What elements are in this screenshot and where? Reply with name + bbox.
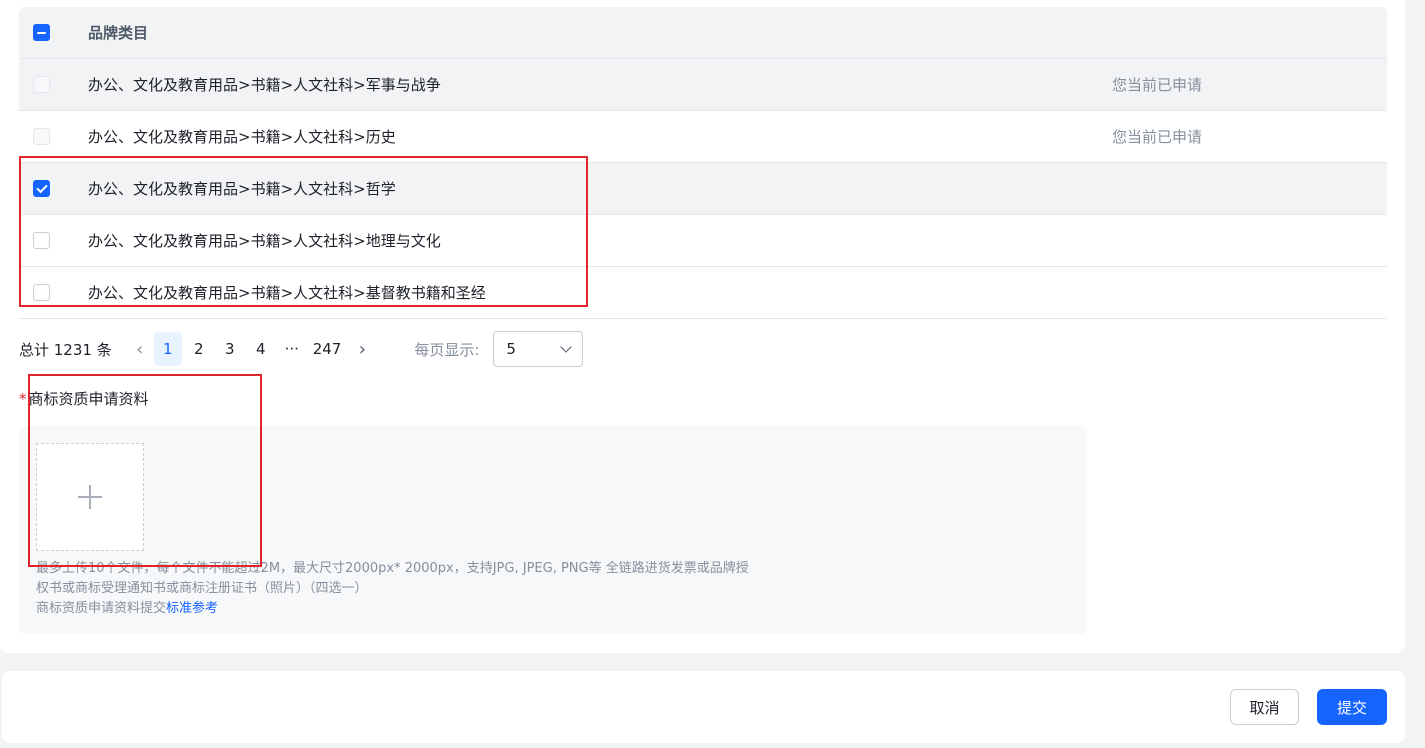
upload-button[interactable]	[36, 443, 144, 551]
plus-icon	[78, 485, 102, 509]
table-row[interactable]: 办公、文化及教育用品>书籍>人文社科>地理与文化	[19, 215, 1387, 267]
hint-line-3: 商标资质申请资料提交标准参考	[36, 601, 219, 616]
row-category-name: 办公、文化及教育用品>书籍>人文社科>地理与文化	[88, 232, 441, 250]
page-ellipsis[interactable]: ···	[278, 332, 306, 366]
hint-line-2: 权书或商标受理通知书或商标注册证书（照片）（四选一）	[36, 581, 368, 596]
total-count: 总计 1231 条	[19, 340, 112, 359]
standard-reference-link[interactable]: 标准参考	[166, 601, 218, 616]
cancel-button[interactable]: 取消	[1230, 689, 1299, 725]
table-row: 办公、文化及教育用品>书籍>人文社科>历史 您当前已申请	[19, 111, 1387, 163]
row-category-name: 办公、文化及教育用品>书籍>人文社科>基督教书籍和圣经	[88, 284, 486, 302]
hint-line-1: 最多上传10个文件，每个文件不能超过2M，最大尺寸2000px* 2000px，…	[36, 561, 749, 576]
upload-label-text: 商标资质申请资料	[28, 390, 149, 408]
pagination: 总计 1231 条 ‹ 1 2 3 4 ··· 247 › 每页显示: 5	[19, 331, 584, 367]
page-247[interactable]: 247	[309, 332, 346, 366]
chevron-down-icon	[560, 341, 573, 353]
table-row[interactable]: 办公、文化及教育用品>书籍>人文社科>基督教书籍和圣经	[19, 267, 1387, 319]
page-4[interactable]: 4	[247, 332, 275, 366]
upload-hint: 最多上传10个文件，每个文件不能超过2M，最大尺寸2000px* 2000px，…	[36, 559, 796, 619]
footer-bar	[2, 671, 1405, 743]
row-status: 您当前已申请	[1112, 128, 1203, 146]
upload-section-label: * 商标资质申请资料	[19, 388, 149, 409]
prev-page-icon[interactable]: ‹	[126, 339, 154, 360]
per-page-select[interactable]: 5	[493, 331, 584, 367]
row-checkbox	[33, 76, 50, 93]
upload-area: 最多上传10个文件，每个文件不能超过2M，最大尺寸2000px* 2000px，…	[19, 426, 1086, 634]
row-category-name: 办公、文化及教育用品>书籍>人文社科>军事与战争	[88, 76, 441, 94]
row-category-name: 办公、文化及教育用品>书籍>人文社科>历史	[88, 128, 396, 146]
row-category-name: 办公、文化及教育用品>书籍>人文社科>哲学	[88, 180, 396, 198]
table-header: 品牌类目	[19, 7, 1387, 59]
row-checkbox[interactable]	[33, 180, 50, 197]
page-3[interactable]: 3	[216, 332, 244, 366]
per-page-value: 5	[506, 340, 516, 358]
category-table: 品牌类目 办公、文化及教育用品>书籍>人文社科>军事与战争 您当前已申请 办公、…	[19, 7, 1387, 319]
column-header-category: 品牌类目	[88, 24, 149, 42]
page-1[interactable]: 1	[153, 332, 182, 366]
row-checkbox	[33, 128, 50, 145]
submit-button[interactable]: 提交	[1317, 689, 1387, 725]
page-2[interactable]: 2	[185, 332, 213, 366]
table-row: 办公、文化及教育用品>书籍>人文社科>军事与战争 您当前已申请	[19, 59, 1387, 111]
row-status: 您当前已申请	[1112, 76, 1203, 94]
row-checkbox[interactable]	[33, 232, 50, 249]
row-checkbox[interactable]	[33, 284, 50, 301]
table-row[interactable]: 办公、文化及教育用品>书籍>人文社科>哲学	[19, 163, 1387, 215]
required-mark: *	[19, 390, 27, 408]
next-page-icon[interactable]: ›	[348, 339, 376, 360]
per-page-label: 每页显示:	[414, 340, 480, 359]
select-all-checkbox[interactable]	[33, 24, 50, 41]
